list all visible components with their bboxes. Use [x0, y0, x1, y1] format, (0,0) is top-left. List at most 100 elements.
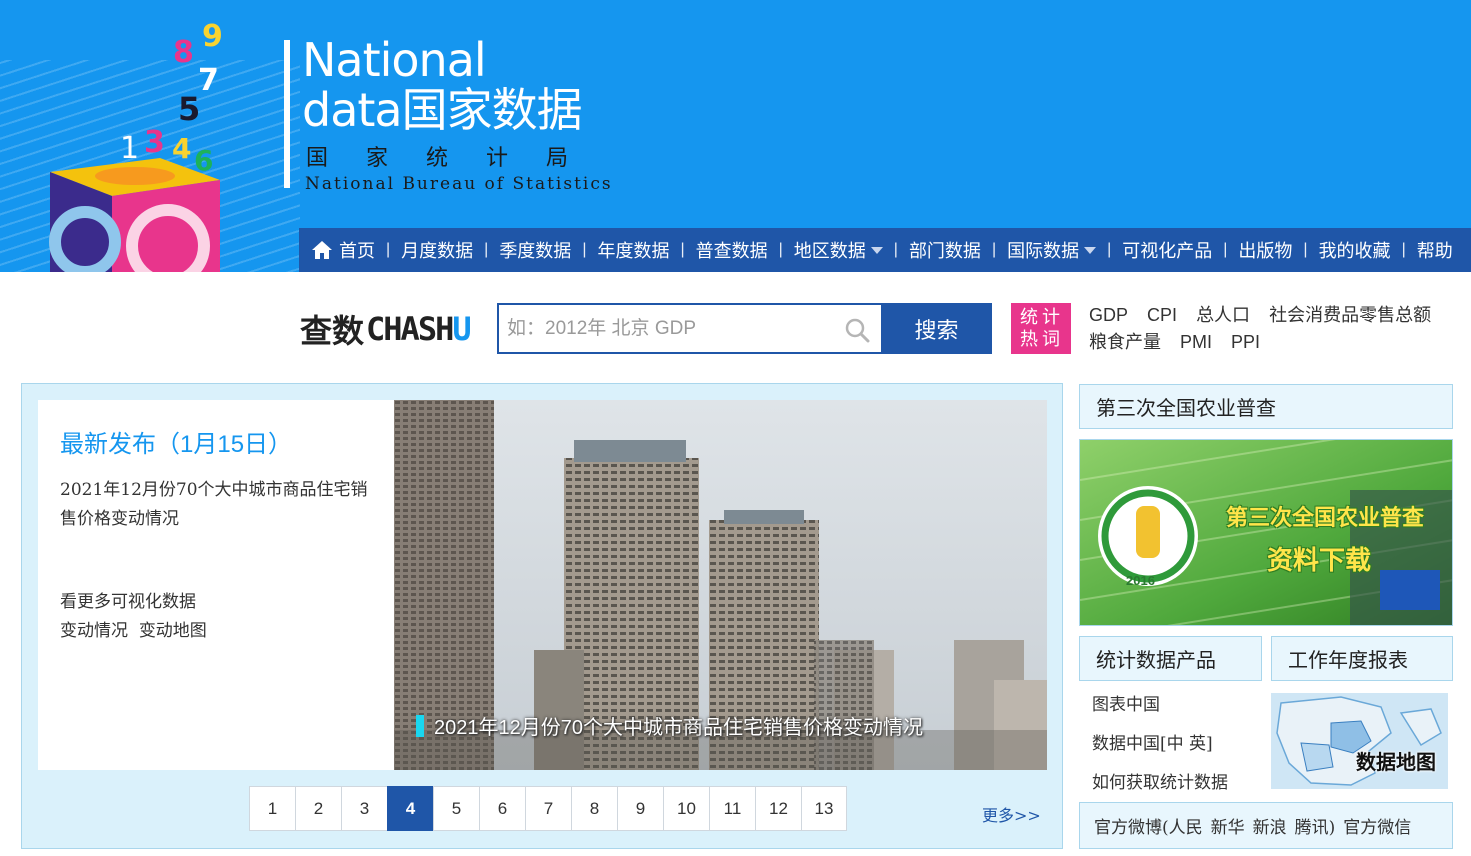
nav-departmental-label: 部门数据 — [908, 241, 981, 261]
caption-marker — [416, 714, 424, 737]
hot-words-list: GDP CPI 总人口 社会消费品零售总额 粮食产量 PMI PPI — [1089, 302, 1469, 356]
page-button-6[interactable]: 6 — [479, 786, 525, 831]
product-link-how-to-get-data[interactable]: 如何获取统计数据 — [1092, 764, 1262, 803]
svg-text:7: 7 — [198, 63, 219, 98]
nav-visualization-label: 可视化产品 — [1122, 241, 1213, 261]
hot-word-gdp[interactable]: GDP — [1089, 305, 1128, 325]
census-banner-download: 资料下载 — [1267, 545, 1372, 575]
nav-separator: | — [1303, 241, 1308, 258]
nav-publications[interactable]: 出版物 — [1238, 237, 1292, 263]
nav-annual-label: 年度数据 — [597, 241, 670, 261]
chashu-logo-en-accent: U — [452, 310, 471, 348]
svg-text:8: 8 — [173, 35, 194, 70]
census-download-banner[interactable]: 第三次全国农业普查 资料下载 2016 — [1079, 439, 1453, 626]
census-section-title[interactable]: 第三次全国农业普查 — [1079, 384, 1453, 429]
chashu-logo-en-main: CHASH — [366, 310, 454, 348]
nav-monthly[interactable]: 月度数据 — [401, 237, 473, 263]
nav-annual[interactable]: 年度数据 — [597, 237, 669, 263]
nav-separator: | — [893, 241, 898, 258]
nav-help[interactable]: 帮助 — [1417, 237, 1453, 263]
page-button-7[interactable]: 7 — [525, 786, 571, 831]
nav-separator: | — [1223, 241, 1228, 258]
hot-word-pmi[interactable]: PMI — [1180, 332, 1212, 352]
page-button-9[interactable]: 9 — [617, 786, 663, 831]
data-map-thumbnail[interactable]: 数据地图 — [1271, 693, 1448, 789]
site-header: 9 8 7 5 1 3 4 6 2 National data国家数据 国家统计… — [0, 0, 1471, 272]
census-banner-year: 2016 — [1126, 573, 1155, 588]
page-button-5[interactable]: 5 — [433, 786, 479, 831]
more-link[interactable]: 更多>> — [982, 802, 1041, 826]
viz-more-link[interactable]: 看更多可视化数据 — [60, 588, 380, 617]
search-icon[interactable] — [844, 317, 870, 343]
nav-regional[interactable]: 地区数据 — [794, 237, 883, 263]
nav-departmental[interactable]: 部门数据 — [909, 237, 981, 263]
social-sina[interactable]: 新浪 — [1253, 813, 1287, 838]
page-button-8[interactable]: 8 — [571, 786, 617, 831]
hot-word-retail-sales[interactable]: 社会消费品零售总额 — [1269, 305, 1431, 325]
chevron-down-icon — [870, 246, 883, 254]
social-wechat[interactable]: 官方微信 — [1343, 813, 1411, 838]
page-button-10[interactable]: 10 — [663, 786, 709, 831]
logo-bureau-en: National Bureau of Statistics — [305, 174, 613, 194]
nbs-cube-logo[interactable]: 9 8 7 5 1 3 4 6 2 — [40, 10, 290, 272]
census-banner-title: 第三次全国农业普查 — [1226, 505, 1425, 530]
nav-quarterly-label: 季度数据 — [499, 241, 572, 261]
product-link-charts-china[interactable]: 图表中国 — [1092, 686, 1262, 725]
hot-word-grain-output[interactable]: 粮食产量 — [1089, 332, 1161, 352]
product-link-data-china[interactable]: 数据中国[中 英] — [1092, 725, 1262, 764]
svg-text:9: 9 — [202, 19, 223, 54]
page-button-13[interactable]: 13 — [801, 786, 847, 831]
carousel-pagination: 1 2 3 4 5 6 7 8 9 10 11 12 13 — [249, 786, 847, 831]
search-input[interactable] — [507, 306, 837, 351]
page-button-12[interactable]: 12 — [755, 786, 801, 831]
nav-help-label: 帮助 — [1416, 241, 1453, 261]
page-button-1[interactable]: 1 — [249, 786, 295, 831]
svg-text:5: 5 — [178, 90, 200, 128]
data-products-list: 图表中国 数据中国[中 英] 如何获取统计数据 — [1092, 686, 1262, 803]
social-xinhua[interactable]: 新华 — [1211, 813, 1245, 838]
nav-separator: | — [582, 241, 587, 258]
viz-map-link[interactable]: 变动地图 — [139, 621, 207, 641]
nav-quarterly[interactable]: 季度数据 — [499, 237, 571, 263]
nav-monthly-label: 月度数据 — [401, 241, 474, 261]
social-weibo-people[interactable]: 官方微博(人民 — [1094, 813, 1203, 838]
page-button-11[interactable]: 11 — [709, 786, 755, 831]
official-social-links: 官方微博(人民 新华 新浪 腾讯) 官方微信 — [1079, 802, 1453, 849]
page-button-2[interactable]: 2 — [295, 786, 341, 831]
nav-separator: | — [680, 241, 685, 258]
nav-separator: | — [1107, 241, 1112, 258]
page-button-4[interactable]: 4 — [387, 786, 433, 831]
viz-more-section: 看更多可视化数据 变动情况 变动地图 — [60, 588, 380, 646]
svg-text:3: 3 — [144, 125, 165, 160]
logo-bureau-cn: 国家统计局 — [306, 145, 607, 170]
carousel-caption: 2021年12月份70个大中城市商品住宅销售价格变动情况 — [416, 711, 923, 740]
search-button[interactable]: 搜索 — [881, 303, 992, 354]
main-nav: 首页 | 月度数据 | 季度数据 | 年度数据 | 普查数据 | 地区数据 | … — [299, 228, 1471, 272]
annual-report-title[interactable]: 工作年度报表 — [1271, 636, 1453, 681]
chashu-logo-cn: 查数 — [300, 313, 365, 349]
chevron-down-icon — [1084, 246, 1097, 254]
nav-home-label: 首页 — [339, 241, 375, 261]
nav-international-label: 国际数据 — [1007, 241, 1080, 261]
hot-word-cpi[interactable]: CPI — [1147, 305, 1177, 325]
hot-word-ppi[interactable]: PPI — [1231, 332, 1260, 352]
hot-word-population[interactable]: 总人口 — [1196, 305, 1250, 325]
nav-census[interactable]: 普查数据 — [696, 237, 768, 263]
nav-favorites-label: 我的收藏 — [1318, 241, 1391, 261]
nav-separator: | — [484, 241, 489, 258]
nav-international[interactable]: 国际数据 — [1007, 237, 1097, 263]
nav-home[interactable]: 首页 — [311, 237, 375, 263]
data-products-title[interactable]: 统计数据产品 — [1079, 636, 1262, 681]
logo-title-line2: data国家数据 — [302, 83, 583, 137]
social-tencent[interactable]: 腾讯) — [1295, 813, 1336, 838]
hot-words-badge: 统计热词 — [1011, 303, 1071, 354]
release-headline-link[interactable]: 2021年12月份70个大中城市商品住宅销售价格变动情况 — [60, 476, 380, 534]
viz-change-link[interactable]: 变动情况 — [60, 621, 128, 641]
nav-favorites[interactable]: 我的收藏 — [1319, 237, 1391, 263]
nav-census-label: 普查数据 — [695, 241, 768, 261]
nav-regional-label: 地区数据 — [793, 241, 866, 261]
release-carousel-image[interactable]: 2021年12月份70个大中城市商品住宅销售价格变动情况 — [394, 400, 1047, 770]
nav-visualization[interactable]: 可视化产品 — [1122, 237, 1212, 263]
nav-separator: | — [778, 241, 783, 258]
page-button-3[interactable]: 3 — [341, 786, 387, 831]
